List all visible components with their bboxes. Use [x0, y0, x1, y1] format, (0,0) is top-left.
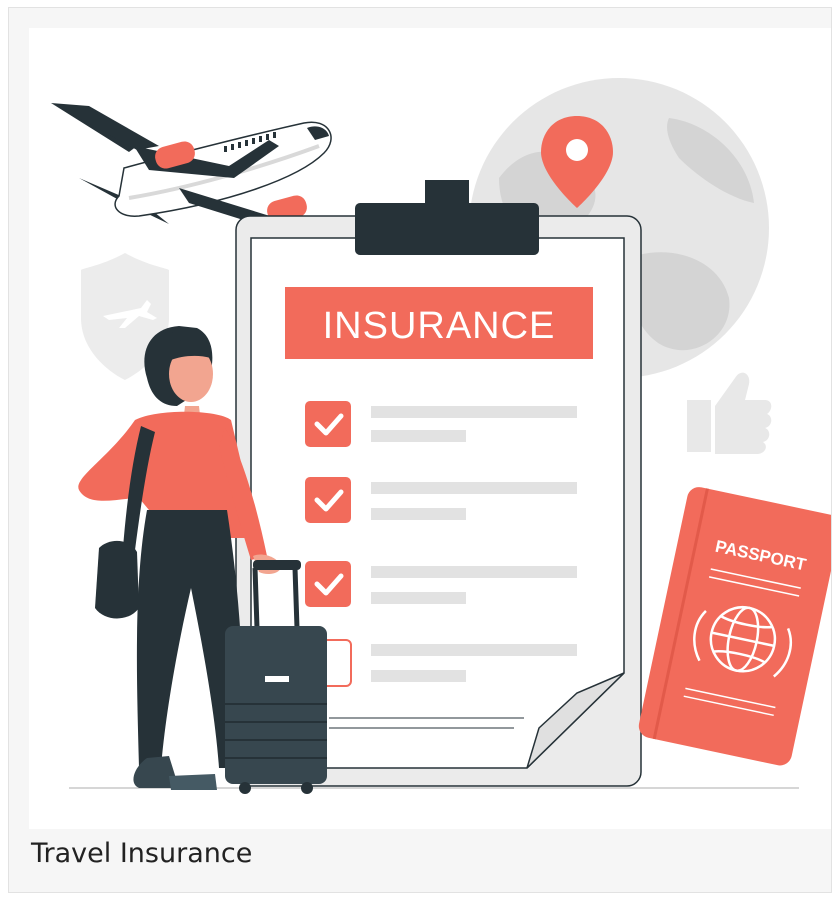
clipboard-title: INSURANCE: [323, 305, 556, 347]
travel-insurance-illustration: INSURANCE PASSPORT: [29, 28, 831, 829]
image-caption: Travel Insurance: [31, 838, 253, 869]
passport-icon: PASSPORT: [638, 487, 831, 766]
image-card[interactable]: INSURANCE PASSPORT Travel Insurance: [8, 7, 832, 893]
thumbs-up-icon: [687, 372, 772, 454]
